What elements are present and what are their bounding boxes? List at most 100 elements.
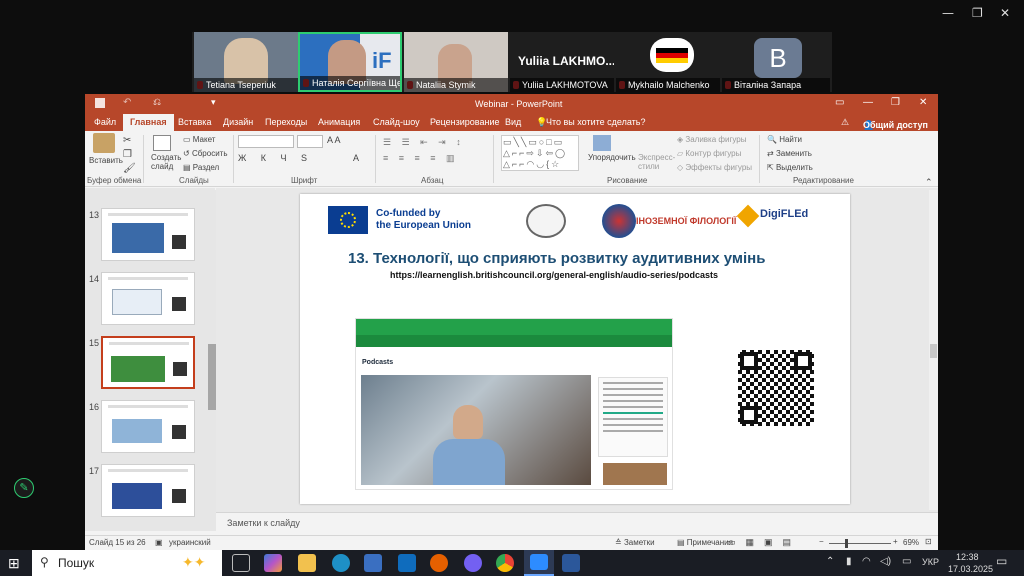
slide-thumbnail[interactable] bbox=[101, 400, 195, 453]
undo-icon[interactable]: ↶ bbox=[123, 97, 131, 108]
minimize-icon[interactable]: — bbox=[863, 97, 873, 108]
taskbar-search-box[interactable]: ⚲ Пошук ✦✦ bbox=[32, 550, 222, 576]
zoom-slider[interactable] bbox=[829, 539, 891, 548]
close-icon[interactable]: ✕ bbox=[1000, 6, 1010, 20]
list-icons[interactable]: ☰ ☰ ⇤ ⇥ ↕ bbox=[383, 137, 465, 148]
tab-slideshow[interactable]: Слайд-шоу bbox=[373, 117, 420, 127]
zoom-level[interactable]: 69% bbox=[903, 538, 919, 547]
tab-file[interactable]: Файл bbox=[94, 117, 116, 127]
tab-home[interactable]: Главная bbox=[123, 114, 174, 131]
paste-button[interactable]: Вставить bbox=[89, 156, 123, 165]
notifications-icon[interactable]: ▭ bbox=[996, 554, 1007, 568]
slide-thumbnail[interactable] bbox=[101, 464, 195, 517]
save-icon[interactable] bbox=[95, 98, 105, 108]
speaker-icon[interactable]: ◁) bbox=[880, 556, 891, 567]
minimize-icon[interactable]: — bbox=[942, 6, 954, 20]
spellcheck-icon[interactable]: ▣ bbox=[155, 538, 163, 547]
zoom-in-icon[interactable]: + bbox=[893, 537, 898, 546]
maximize-icon[interactable]: ❐ bbox=[891, 97, 900, 108]
tab-design[interactable]: Дизайн bbox=[223, 117, 253, 127]
font-name-input[interactable] bbox=[238, 135, 294, 148]
tab-animations[interactable]: Анимация bbox=[318, 117, 360, 127]
arrange-icon[interactable] bbox=[593, 135, 611, 151]
font-color-icon[interactable]: A bbox=[353, 153, 359, 163]
input-language[interactable]: УКР bbox=[922, 557, 939, 567]
annotate-pen-icon[interactable]: ✎ bbox=[14, 478, 34, 498]
replace-button[interactable]: ⇄ Заменить bbox=[767, 149, 812, 158]
arrange-button[interactable]: Упорядочить bbox=[588, 153, 636, 162]
select-button[interactable]: ⇱ Выделить bbox=[767, 163, 813, 172]
battery-icon[interactable]: ▭ bbox=[902, 556, 911, 567]
chrome-icon[interactable] bbox=[496, 554, 514, 572]
task-view-icon[interactable] bbox=[232, 554, 250, 572]
collapse-ribbon-icon[interactable]: ⌃ bbox=[925, 177, 933, 188]
fit-slide-icon[interactable]: ⊡ bbox=[925, 537, 932, 546]
customize-icon[interactable]: ▾ bbox=[211, 97, 216, 108]
copilot-icon[interactable] bbox=[264, 554, 282, 572]
participant-display-name: Yuliia LAKHMO... bbox=[518, 54, 614, 68]
tab-review[interactable]: Рецензирование bbox=[430, 117, 500, 127]
thumbnail-number: 17 bbox=[89, 466, 100, 476]
slide-thumbnail-selected[interactable] bbox=[101, 336, 195, 389]
zoom-out-icon[interactable]: − bbox=[819, 537, 824, 546]
new-slide-button[interactable]: Создать слайд bbox=[151, 153, 181, 171]
tab-insert[interactable]: Вставка bbox=[178, 117, 211, 127]
current-slide[interactable]: Co-funded by the European Union ІНОЗЕМНО… bbox=[300, 194, 850, 504]
windows-start-icon[interactable]: ⊞ bbox=[8, 554, 26, 572]
shape-effects-button[interactable]: ◇ Эффекты фигуры bbox=[677, 163, 752, 172]
wifi-icon[interactable]: ◠ bbox=[862, 556, 871, 567]
section-button[interactable]: ▤ Раздел bbox=[183, 163, 219, 172]
paste-icon[interactable] bbox=[93, 133, 115, 153]
firefox-icon[interactable] bbox=[430, 554, 448, 572]
quick-styles-button[interactable]: Экспресс-стили bbox=[638, 153, 675, 171]
font-format-icons[interactable]: Ж К Ч S bbox=[238, 153, 313, 163]
clock-time[interactable]: 12:38 bbox=[956, 552, 979, 562]
shapes-gallery[interactable]: ▭╲╲▭○□▭ △⌐⌐⇨⇩⇦◯ △⌐⌐◠◡{☆ bbox=[501, 135, 579, 171]
tell-me-search[interactable]: Что вы хотите сделать? bbox=[546, 117, 646, 127]
ribbon-display-icon[interactable]: ▭ bbox=[835, 97, 844, 108]
layout-button[interactable]: ▭ Макет bbox=[183, 135, 215, 144]
editor-scrollbar[interactable] bbox=[929, 190, 938, 510]
reset-button[interactable]: ↺ Сбросить bbox=[183, 149, 228, 158]
notes-button[interactable]: ≙ Заметки bbox=[615, 538, 655, 547]
outlook-icon[interactable] bbox=[398, 554, 416, 572]
notes-pane[interactable]: Заметки к слайду bbox=[216, 512, 938, 534]
participant-tile-active[interactable]: iF Наталія Сергіївна Щерба bbox=[298, 32, 402, 92]
format-painter-icon[interactable]: 🖌 bbox=[123, 163, 136, 174]
new-slide-icon[interactable] bbox=[153, 135, 171, 151]
viber-icon[interactable] bbox=[464, 554, 482, 572]
cut-icon[interactable]: ✂ bbox=[123, 135, 131, 146]
network-icon[interactable]: ▮ bbox=[846, 556, 852, 567]
zoom-taskbar-button[interactable] bbox=[524, 550, 554, 576]
slide-thumbnail[interactable] bbox=[101, 208, 195, 261]
show-hidden-icons[interactable]: ⌃ bbox=[826, 556, 834, 567]
slideshow-start-icon[interactable]: ⎌ bbox=[153, 97, 161, 108]
eu-flag-icon bbox=[328, 206, 368, 234]
language-indicator[interactable]: украинский bbox=[169, 538, 211, 547]
font-size-input[interactable] bbox=[297, 135, 323, 148]
store-icon[interactable] bbox=[364, 554, 382, 572]
close-icon[interactable]: ✕ bbox=[919, 97, 927, 108]
find-button[interactable]: 🔍 Найти bbox=[767, 135, 802, 144]
thumbnail-number: 13 bbox=[89, 210, 100, 220]
participant-tile[interactable]: Nataliia Stymik bbox=[404, 32, 508, 92]
align-icons[interactable]: ≡ ≡ ≡ ≡ ▥ bbox=[383, 153, 459, 164]
shape-outline-button[interactable]: ▱ Контур фигуры bbox=[677, 149, 741, 158]
view-buttons[interactable]: ▭▦▣▤ bbox=[727, 537, 801, 548]
slide-thumbnail[interactable] bbox=[101, 272, 195, 325]
file-explorer-icon[interactable] bbox=[298, 554, 316, 572]
tab-transitions[interactable]: Переходы bbox=[265, 117, 307, 127]
comments-button[interactable]: ▤ Примечания bbox=[677, 538, 733, 547]
participant-tile[interactable]: Yuliia LAKHMO... Yuliia LAKHMOTOVA bbox=[510, 32, 614, 92]
clock-date[interactable]: 17.03.2025 bbox=[948, 564, 993, 574]
copy-icon[interactable]: ❐ bbox=[123, 149, 132, 160]
shape-fill-button[interactable]: ◈ Заливка фигуры bbox=[677, 135, 746, 144]
participant-tile[interactable]: Tetiana Tseperiuk bbox=[194, 32, 298, 92]
participant-tile[interactable]: B Віталіна Запара bbox=[722, 32, 830, 92]
participant-tile[interactable]: Mykhailo Malchenko bbox=[616, 32, 720, 92]
tab-view[interactable]: Вид bbox=[505, 117, 521, 127]
font-grow-icon[interactable]: A A bbox=[327, 135, 341, 145]
word-icon[interactable] bbox=[562, 554, 580, 572]
edge-icon[interactable] bbox=[332, 554, 350, 572]
restore-icon[interactable]: ❐ bbox=[972, 6, 983, 20]
